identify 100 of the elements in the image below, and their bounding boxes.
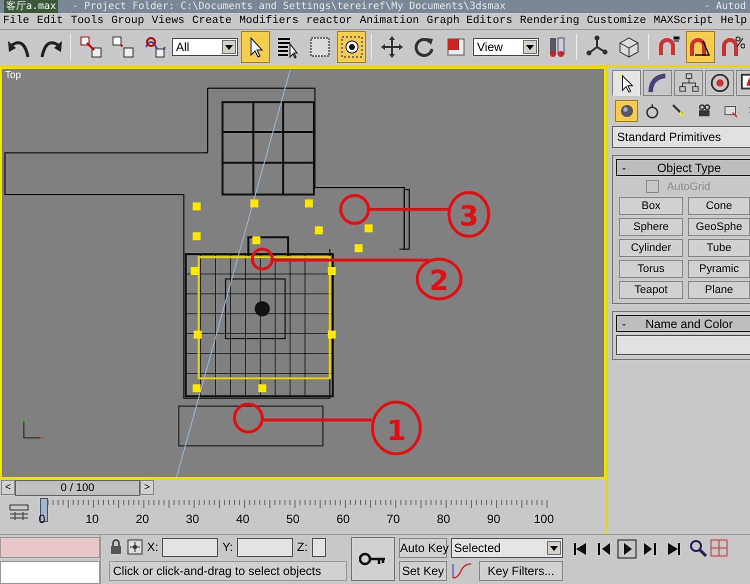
unlink-icon bbox=[110, 35, 134, 60]
time-slider-thumb[interactable]: 0 / 100 bbox=[15, 480, 140, 496]
viewport[interactable]: Top 1 2 3 bbox=[0, 67, 606, 480]
curve-editor-icon[interactable] bbox=[8, 503, 30, 522]
menu-item[interactable]: Animation bbox=[360, 15, 420, 28]
category-dropdown[interactable]: Standard Primitives bbox=[612, 126, 750, 148]
app-name: - Autod bbox=[704, 0, 747, 14]
modify-tab-icon bbox=[646, 72, 668, 94]
next-button[interactable]: > bbox=[140, 480, 154, 496]
primitive-button[interactable]: Cone bbox=[688, 197, 750, 215]
menu-item[interactable]: Graph Editors bbox=[426, 15, 512, 28]
motion-tab-icon bbox=[708, 72, 730, 94]
create-tab[interactable] bbox=[612, 70, 641, 96]
track-bar[interactable]: 0 10 20 30 40 50 60 70 80 90 100 bbox=[40, 500, 560, 528]
lights-icon bbox=[670, 102, 688, 120]
frame-number: 60 bbox=[335, 512, 351, 526]
key-mode-dropdown[interactable]: Selected bbox=[451, 538, 563, 558]
primitive-button[interactable]: Cylinder bbox=[619, 239, 683, 257]
frame-number: 10 bbox=[84, 512, 100, 526]
coordinate-label: X: bbox=[147, 540, 158, 554]
checkbox-label: AutoGrid bbox=[667, 180, 710, 192]
play-icon[interactable] bbox=[617, 539, 637, 559]
callout-number: 2 bbox=[429, 264, 449, 297]
menu-item[interactable]: Create bbox=[192, 15, 232, 28]
coordinate-label: Y: bbox=[222, 540, 234, 554]
primitive-button[interactable]: Torus bbox=[619, 260, 683, 278]
frame-number: 20 bbox=[134, 512, 150, 526]
auto-key-button[interactable]: Auto Key bbox=[399, 538, 447, 558]
category-button[interactable] bbox=[615, 100, 638, 122]
coordinate-field[interactable] bbox=[237, 538, 294, 556]
set-key-mode-button[interactable]: Set Key bbox=[399, 561, 447, 581]
menu-item[interactable]: reactor bbox=[306, 15, 352, 28]
frame-number: 70 bbox=[386, 512, 401, 526]
coordinate-field[interactable] bbox=[162, 538, 218, 556]
menu-item[interactable]: MAXScript bbox=[654, 15, 714, 28]
toolbar-dropdown[interactable]: All bbox=[172, 38, 238, 56]
menu-item[interactable]: File bbox=[3, 15, 30, 28]
key-filters-button[interactable]: Key Filters... bbox=[479, 561, 563, 581]
coordinate-label: Z: bbox=[297, 540, 308, 554]
key-icon bbox=[359, 552, 387, 566]
keyboard-icon bbox=[616, 35, 640, 60]
menu-item[interactable]: Rendering bbox=[520, 15, 580, 28]
frame-marker[interactable] bbox=[40, 498, 48, 522]
rotate-icon bbox=[412, 35, 436, 60]
link-icon bbox=[78, 35, 102, 60]
rectangle-select-icon bbox=[308, 35, 332, 60]
frame-number: 40 bbox=[235, 512, 250, 526]
status-prompt: Click or click-and-drag to select objects bbox=[109, 561, 347, 581]
select-by-name-icon bbox=[276, 35, 300, 60]
menu-item[interactable]: Modifiers bbox=[239, 15, 299, 28]
toolbar-button[interactable] bbox=[241, 31, 270, 64]
menu-item[interactable]: Customize bbox=[586, 15, 646, 28]
primitive-button[interactable]: Box bbox=[619, 197, 683, 215]
toolbar-button[interactable] bbox=[686, 31, 715, 64]
tangent-curve-icon[interactable] bbox=[451, 561, 473, 581]
callout-number: 1 bbox=[386, 414, 406, 447]
move-icon bbox=[380, 35, 404, 60]
primitive-button[interactable]: Sphere bbox=[619, 218, 683, 236]
maxscript-output-field[interactable] bbox=[0, 561, 100, 584]
set-key-button[interactable] bbox=[351, 537, 395, 581]
primitive-button[interactable]: GeoSphe bbox=[688, 218, 750, 236]
rollout-title: Object Type bbox=[656, 160, 722, 174]
coordinate-field[interactable] bbox=[312, 538, 326, 556]
axis-tripod-icon bbox=[23, 418, 44, 438]
menu-item[interactable]: Group bbox=[111, 15, 144, 28]
rollout-header[interactable]: - Object Type bbox=[616, 159, 750, 176]
previous-button[interactable]: < bbox=[1, 480, 15, 496]
bind-icon bbox=[142, 35, 166, 60]
rollout-title: Name and Color bbox=[644, 316, 734, 330]
frame-number: 100 bbox=[532, 512, 555, 526]
motion-tab[interactable] bbox=[705, 70, 734, 96]
menu-item[interactable]: Edit bbox=[36, 15, 64, 28]
name-field[interactable] bbox=[616, 335, 750, 355]
primitive-button[interactable]: Tube bbox=[688, 239, 750, 257]
rollout-header[interactable]: - Name and Color bbox=[616, 315, 750, 332]
viewport-label[interactable]: Top bbox=[5, 70, 22, 81]
primitive-button[interactable]: Pyramic bbox=[688, 260, 750, 278]
maxscript-input-field[interactable] bbox=[0, 537, 100, 558]
hierarchy-tab-icon bbox=[678, 72, 700, 94]
absolute-mode-icon[interactable] bbox=[127, 539, 143, 555]
menu-item[interactable]: Tools bbox=[70, 15, 104, 28]
hierarchy-tab[interactable] bbox=[674, 70, 703, 96]
modify-tab[interactable] bbox=[643, 70, 672, 96]
primitive-button[interactable]: Plane bbox=[688, 281, 750, 299]
collapse-toggle[interactable]: - bbox=[617, 316, 636, 330]
frame-number: 30 bbox=[184, 512, 200, 526]
toolbar-dropdown[interactable]: View bbox=[473, 38, 539, 56]
window-title: 客厅a.max bbox=[4, 0, 58, 14]
frame-number: 80 bbox=[436, 512, 452, 526]
primitive-button[interactable]: Teapot bbox=[619, 281, 683, 299]
window-crossing-icon bbox=[340, 35, 364, 60]
toolbar-button[interactable] bbox=[337, 31, 366, 64]
menu-item[interactable]: Views bbox=[152, 15, 185, 28]
frame-number: 50 bbox=[285, 512, 301, 526]
collapse-toggle[interactable]: - bbox=[617, 160, 636, 174]
menu-item[interactable]: Help bbox=[720, 15, 747, 28]
zoom-icon[interactable] bbox=[689, 539, 707, 557]
project-folder-path: - Project Folder: C:\Documents and Settings\tereiref\My Documents\3dsmax bbox=[72, 0, 506, 14]
callout-number: 3 bbox=[459, 199, 479, 232]
lock-icon[interactable] bbox=[109, 539, 123, 555]
